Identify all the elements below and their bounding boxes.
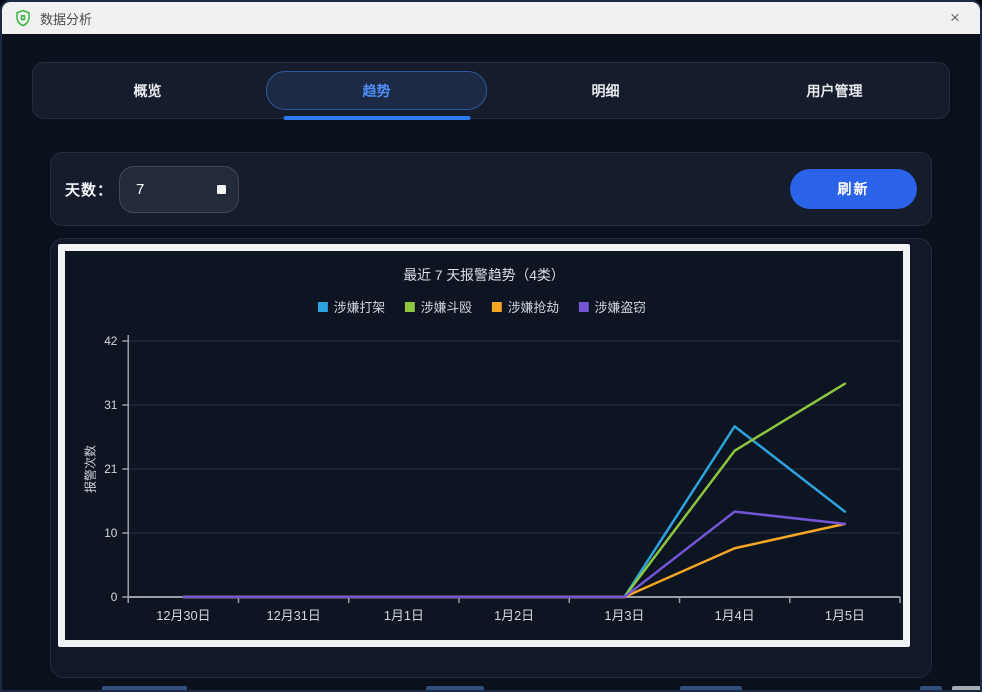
chart-canvas: 最近 7 天报警趋势（4类） 涉嫌打架 涉嫌斗殴 涉嫌抢劫 涉嫌盗窃 0 10 21 31 42 1… xyxy=(65,251,903,640)
clipped-content-fragment xyxy=(102,686,187,690)
svg-text:涉嫌盗窃: 涉嫌盗窃 xyxy=(595,300,646,315)
svg-text:21: 21 xyxy=(104,462,118,476)
chart-card: 最近 7 天报警趋势（4类） 涉嫌打架 涉嫌斗殴 涉嫌抢劫 涉嫌盗窃 0 10 21 31 42 1… xyxy=(50,238,932,678)
svg-text:报警次数: 报警次数 xyxy=(84,445,98,493)
tab-user-management[interactable]: 用户管理 xyxy=(720,63,949,118)
window-title: 数据分析 xyxy=(40,11,93,27)
clipped-content-fragment xyxy=(426,686,484,690)
app-window: 数据分析 × 概览 趋势 明细 用户管理 天数： 7 刷新 最近 7 天报警趋势… xyxy=(0,0,982,692)
control-bar: 天数： 7 刷新 xyxy=(50,152,932,226)
refresh-button[interactable]: 刷新 xyxy=(790,169,917,209)
title-bar: 数据分析 × xyxy=(2,2,980,34)
tab-detail[interactable]: 明细 xyxy=(491,63,720,118)
svg-text:0: 0 xyxy=(111,590,118,604)
svg-text:1月2日: 1月2日 xyxy=(494,608,534,623)
svg-text:1月4日: 1月4日 xyxy=(715,608,755,623)
clipped-content-fragment xyxy=(920,686,942,690)
tab-active-underline xyxy=(283,116,470,120)
tab-overview-label: 概览 xyxy=(133,82,162,99)
svg-text:12月30日: 12月30日 xyxy=(156,608,210,623)
tab-trend-label: 趋势 xyxy=(266,71,487,110)
tab-overview[interactable]: 概览 xyxy=(33,63,262,118)
svg-text:10: 10 xyxy=(104,526,118,540)
svg-text:12月31日: 12月31日 xyxy=(267,608,321,623)
svg-text:涉嫌打架: 涉嫌打架 xyxy=(334,300,385,315)
svg-text:涉嫌斗殴: 涉嫌斗殴 xyxy=(421,300,472,315)
clipped-content-fragment xyxy=(680,686,742,690)
clipped-content-fragment xyxy=(952,686,980,690)
svg-text:31: 31 xyxy=(104,398,118,412)
trend-line-chart: 最近 7 天报警趋势（4类） 涉嫌打架 涉嫌斗殴 涉嫌抢劫 涉嫌盗窃 0 10 21 31 42 1… xyxy=(84,267,901,623)
chart-frame: 最近 7 天报警趋势（4类） 涉嫌打架 涉嫌斗殴 涉嫌抢劫 涉嫌盗窃 0 10 21 31 42 1… xyxy=(58,244,910,647)
svg-text:1月3日: 1月3日 xyxy=(604,608,644,623)
days-input[interactable]: 7 xyxy=(119,165,240,213)
main-content: 概览 趋势 明细 用户管理 天数： 7 刷新 最近 7 天报警趋势（4类） 涉嫌… xyxy=(2,34,980,678)
close-icon[interactable]: × xyxy=(942,5,968,31)
app-shield-icon xyxy=(14,9,32,27)
svg-text:涉嫌抢劫: 涉嫌抢劫 xyxy=(508,300,559,315)
days-label: 天数： xyxy=(65,181,114,199)
tab-user-management-label: 用户管理 xyxy=(806,82,863,99)
tab-trend[interactable]: 趋势 xyxy=(262,63,491,120)
days-input-value: 7 xyxy=(136,180,145,198)
tab-bar: 概览 趋势 明细 用户管理 xyxy=(32,62,950,120)
tab-detail-label: 明细 xyxy=(591,82,620,99)
svg-text:42: 42 xyxy=(104,334,118,348)
svg-text:最近 7 天报警趋势（4类）: 最近 7 天报警趋势（4类） xyxy=(403,267,564,283)
spinbox-button-icon[interactable] xyxy=(217,184,227,194)
clipped-next-row xyxy=(2,685,980,690)
svg-text:1月5日: 1月5日 xyxy=(825,608,865,623)
svg-text:1月1日: 1月1日 xyxy=(384,608,424,623)
